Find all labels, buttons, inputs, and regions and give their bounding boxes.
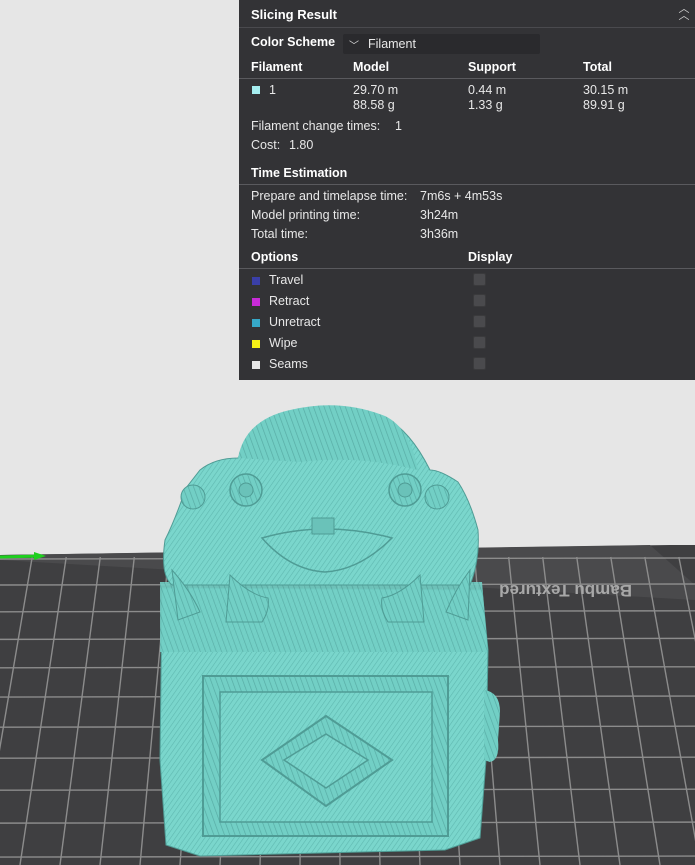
filament-id: 1 [269,83,276,97]
retract-color-swatch [252,298,260,306]
total-weight: 89.91 g [583,98,625,112]
travel-display-checkbox[interactable] [473,273,486,286]
divider [239,268,695,269]
collapse-chevron-icon[interactable]: ︿ ︿ [677,4,691,22]
total-length: 30.15 m [583,83,629,97]
option-label: Travel [269,273,304,287]
travel-color-swatch [252,277,260,285]
slicing-result-panel: Slicing Result ︿ ︿ Color Scheme ﹀ Filamen… [239,0,695,380]
option-label: Seams [269,357,308,371]
bed-text: Bambu Textured [499,581,632,600]
panel-title: Slicing Result [251,7,337,22]
options-header: Options [251,250,299,264]
retract-display-checkbox[interactable] [473,294,486,307]
option-label: Wipe [269,336,298,350]
seams-color-swatch [252,361,260,369]
col-header-model: Model [353,60,390,74]
col-header-total: Total [583,60,612,74]
unretract-color-swatch [252,319,260,327]
sliced-model[interactable] [159,405,500,857]
total-time-value: 3h36m [420,227,459,241]
support-length: 0.44 m [468,83,507,97]
filament-change-label: Filament change times: [251,119,381,133]
model-length: 29.70 m [353,83,399,97]
model-time-value: 3h24m [420,208,459,222]
prepare-time-label: Prepare and timelapse time: [251,189,408,203]
prepare-time-value: 7m6s + 4m53s [420,189,503,203]
display-header: Display [468,250,513,264]
chevron-down-icon: ﹀ [349,41,359,52]
time-estimation-title: Time Estimation [251,166,348,180]
model-time-label: Model printing time: [251,208,361,222]
option-label: Retract [269,294,310,308]
divider [239,184,695,185]
total-time-label: Total time: [251,227,308,241]
support-weight: 1.33 g [468,98,503,112]
color-scheme-value: Filament [368,37,416,51]
cost-value: 1.80 [289,138,314,152]
color-scheme-label: Color Scheme [251,35,336,49]
unretract-display-checkbox[interactable] [473,315,486,328]
filament-color-swatch [252,86,260,94]
filament-change-value: 1 [395,119,402,133]
option-label: Unretract [269,315,321,329]
cost-label: Cost: [251,138,281,152]
wipe-display-checkbox[interactable] [473,336,486,349]
col-header-support: Support [468,60,516,74]
col-header-filament: Filament [251,60,303,74]
seams-display-checkbox[interactable] [473,357,486,370]
color-scheme-dropdown[interactable]: ﹀ Filament [343,34,540,54]
wipe-color-swatch [252,340,260,348]
grid-line [0,855,695,858]
divider [239,27,695,28]
divider [239,78,695,79]
model-weight: 88.58 g [353,98,395,112]
